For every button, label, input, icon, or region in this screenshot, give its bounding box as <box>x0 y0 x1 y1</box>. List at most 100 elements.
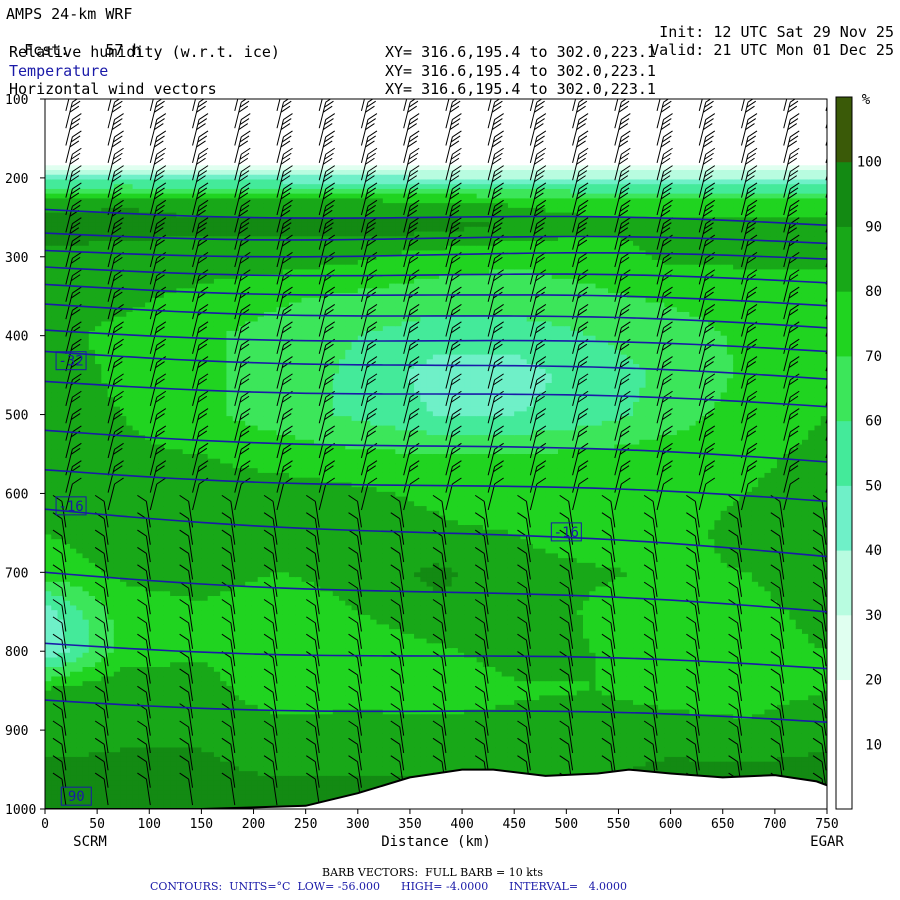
rh-cell <box>45 624 52 630</box>
rh-cell <box>188 472 196 479</box>
rh-cell <box>207 752 215 758</box>
rh-cell <box>120 293 127 299</box>
rh-cell <box>207 501 215 507</box>
rh-cell <box>163 132 171 138</box>
rh-cell <box>213 591 221 597</box>
rh-cell <box>57 406 65 412</box>
rh-cell <box>138 681 146 687</box>
rh-cell <box>220 638 228 644</box>
rh-cell <box>138 733 146 739</box>
rh-cell <box>207 250 215 256</box>
rh-cell <box>163 520 171 526</box>
rh-cell <box>120 264 127 270</box>
rh-cell <box>145 591 152 597</box>
rh-cell <box>113 454 121 460</box>
rh-cell <box>138 207 146 214</box>
rh-cell <box>70 458 77 465</box>
rh-cell <box>82 151 90 157</box>
rh-cell <box>163 543 171 550</box>
rh-cell <box>157 652 165 659</box>
rh-cell <box>170 108 177 114</box>
rh-cell <box>57 411 65 417</box>
rh-cell <box>51 383 59 389</box>
rh-cell <box>182 293 190 299</box>
rh-cell <box>213 231 221 237</box>
rh-cell <box>51 241 59 247</box>
rh-cell <box>163 657 171 663</box>
rh-cell <box>113 335 121 341</box>
rh-cell <box>95 629 102 635</box>
rh-cell <box>76 610 84 616</box>
rh-cell <box>207 226 215 233</box>
rh-cell <box>207 141 215 147</box>
rh-cell <box>182 113 190 119</box>
rh-cell <box>176 383 184 389</box>
rh-cell <box>195 719 202 725</box>
rh-cell <box>170 241 177 247</box>
rh-cell <box>213 122 221 128</box>
rh-cell <box>45 728 52 734</box>
rh-cell <box>207 553 215 559</box>
rh-cell <box>195 742 202 749</box>
rh-cell <box>170 771 177 777</box>
rh-cell <box>88 463 96 469</box>
rh-cell <box>176 572 184 578</box>
rh-cell <box>51 444 59 450</box>
rh-cell <box>57 151 65 157</box>
rh-cell <box>170 217 177 223</box>
rh-cell <box>101 596 109 602</box>
rh-cell <box>45 165 52 171</box>
rh-cell <box>182 463 190 469</box>
rh-cell <box>207 383 215 389</box>
rh-cell <box>163 312 171 318</box>
rh-cell <box>163 747 171 753</box>
rh-cell <box>107 548 115 554</box>
rh-cell <box>107 738 115 744</box>
rh-cell <box>88 435 96 441</box>
rh-cell <box>238 553 246 559</box>
rh-cell <box>57 293 65 299</box>
rh-cell <box>45 596 52 602</box>
rh-cell <box>107 662 115 668</box>
rh-cell <box>245 738 253 744</box>
rh-cell <box>138 525 146 531</box>
rh-cell <box>220 572 228 578</box>
rh-cell <box>113 572 121 578</box>
rh-cell <box>95 113 102 119</box>
rh-cell <box>207 165 215 171</box>
rh-cell <box>107 690 115 696</box>
rh-cell <box>120 766 127 772</box>
rh-cell <box>45 458 52 465</box>
rh-cell <box>245 364 253 370</box>
rh-cell <box>138 506 146 512</box>
rh-cell <box>170 558 177 564</box>
rh-cell <box>182 543 190 550</box>
rh-cell <box>195 534 202 540</box>
rh-cell <box>182 108 190 114</box>
rh-cell <box>126 652 134 659</box>
rh-cell <box>95 387 102 394</box>
rh-cell <box>220 283 228 289</box>
rh-cell <box>95 785 102 791</box>
rh-cell <box>238 719 246 725</box>
rh-cell <box>101 184 109 190</box>
rh-cell <box>151 529 159 536</box>
rh-cell <box>57 122 65 128</box>
rh-cell <box>45 321 52 327</box>
rh-cell <box>182 264 190 270</box>
rh-cell <box>213 198 221 204</box>
rh-cell <box>213 605 221 611</box>
rh-cell <box>207 539 215 545</box>
rh-cell <box>51 733 59 739</box>
rh-cell <box>126 245 134 252</box>
rh-cell <box>82 657 90 663</box>
rh-cell <box>132 454 140 460</box>
rh-cell <box>207 345 215 351</box>
rh-cell <box>57 425 65 431</box>
rh-cell <box>57 278 65 285</box>
rh-cell <box>157 506 165 512</box>
rh-cell <box>176 340 184 346</box>
rh-cell <box>213 667 221 673</box>
rh-cell <box>213 184 221 190</box>
rh-cell <box>88 449 96 455</box>
